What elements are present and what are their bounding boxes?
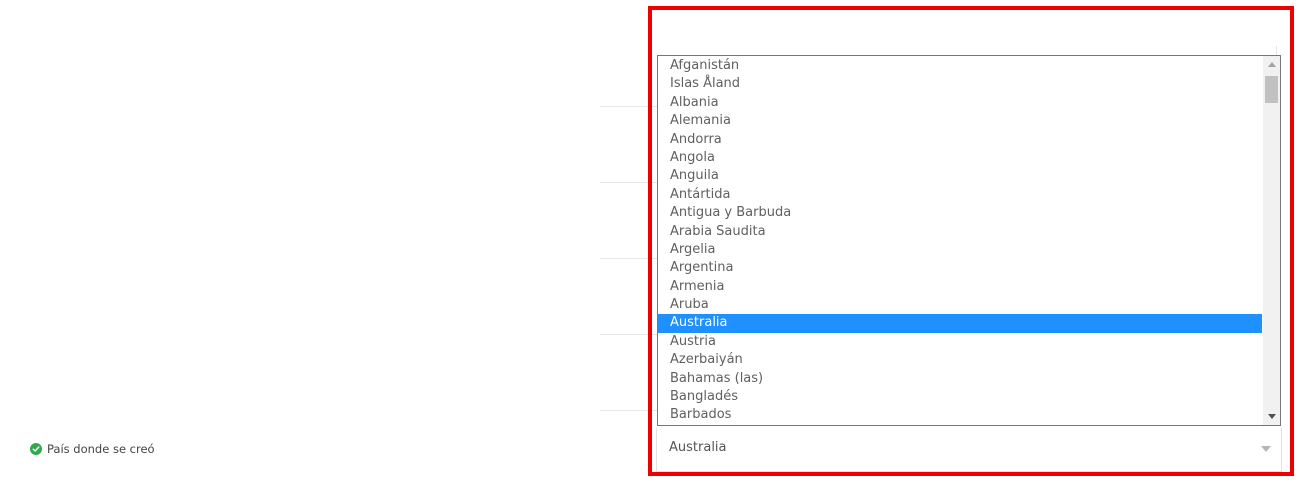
check-circle-icon: [30, 443, 42, 455]
country-label-text: País donde se creó: [47, 442, 155, 456]
page: País donde se creó Australia Afganistán I…: [0, 0, 1308, 483]
country-field-label: País donde se creó: [30, 441, 155, 457]
highlight-frame: [648, 6, 1294, 476]
